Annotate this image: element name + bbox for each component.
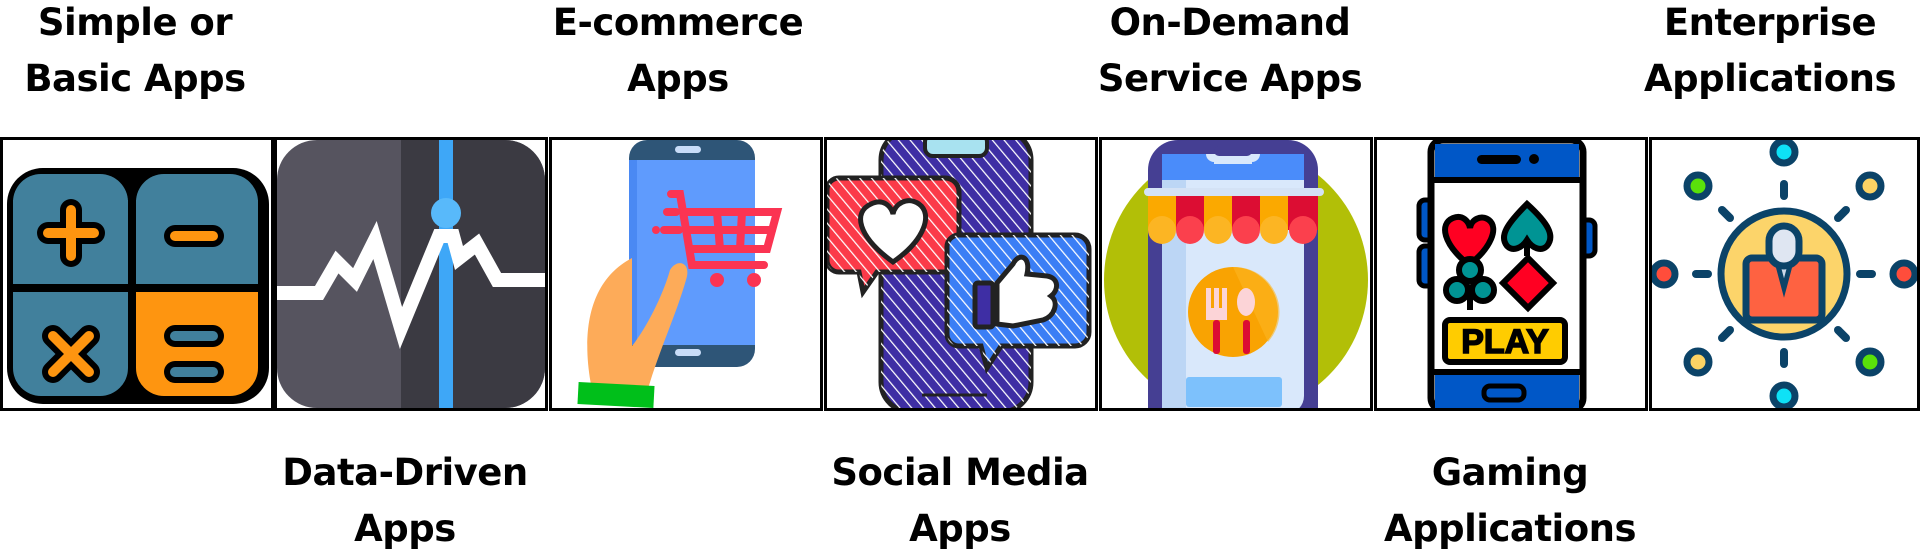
icon-strip: PLAY [0, 137, 1920, 411]
play-text: PLAY [1461, 323, 1549, 361]
panel-social-media-apps [824, 137, 1098, 411]
phone-like-heart-icon [827, 140, 1092, 408]
panel-data-driven-apps [274, 137, 548, 411]
label-enterprise-applications: Enterprise Applications [1643, 1, 1897, 100]
label-social-media-apps: Social Media Apps [831, 451, 1089, 550]
label-simple-apps: Simple or Basic Apps [24, 1, 246, 100]
panel-simple-apps [0, 137, 274, 411]
calculator-icon [7, 168, 269, 404]
panel-on-demand-apps [1099, 137, 1373, 411]
phone-store-food-icon [1104, 140, 1368, 408]
label-on-demand-apps: On-Demand Service Apps [1097, 1, 1363, 100]
phone-cards-play-icon: PLAY [1416, 140, 1598, 408]
label-ecommerce-apps: E-commerce Apps [552, 1, 804, 100]
network-user-icon [1652, 140, 1917, 408]
panel-ecommerce-apps [549, 137, 823, 411]
label-data-driven-apps: Data-Driven Apps [282, 451, 528, 550]
panel-gaming-applications: PLAY [1374, 137, 1648, 411]
label-gaming-applications: Gaming Applications [1383, 451, 1637, 550]
line-chart-icon [277, 140, 545, 408]
panel-enterprise-applications [1649, 137, 1920, 411]
phone-shopping-cart-icon [577, 140, 783, 408]
